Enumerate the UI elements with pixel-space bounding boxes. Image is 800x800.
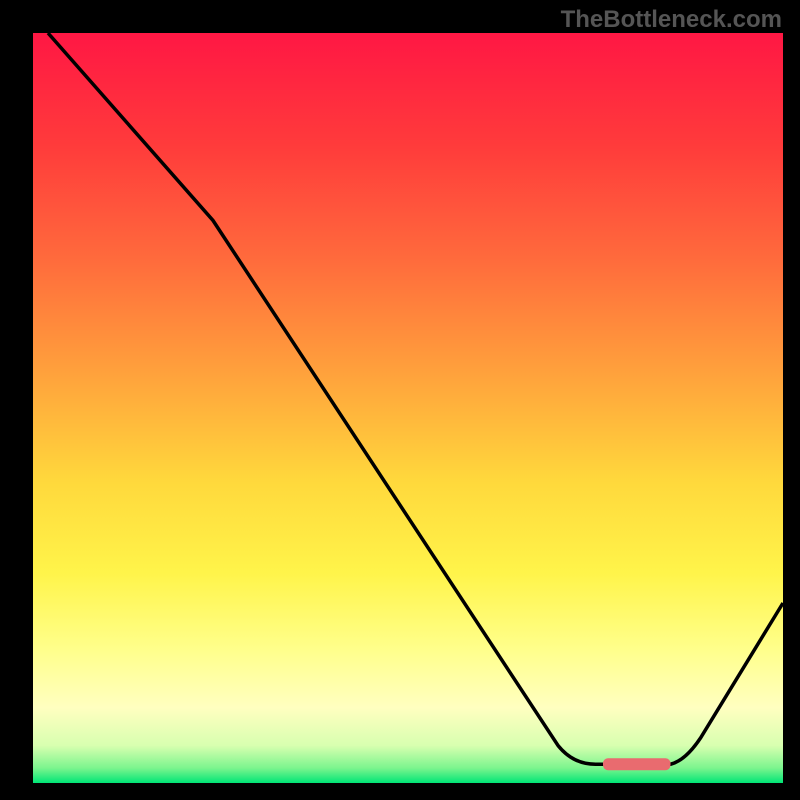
chart-svg bbox=[0, 0, 800, 800]
watermark-text: TheBottleneck.com bbox=[561, 6, 782, 34]
frame-bottom bbox=[0, 783, 800, 800]
bottleneck-chart: TheBottleneck.com bbox=[0, 0, 800, 800]
frame-left bbox=[0, 0, 33, 800]
frame-right bbox=[783, 0, 800, 800]
optimal-marker bbox=[603, 758, 671, 770]
